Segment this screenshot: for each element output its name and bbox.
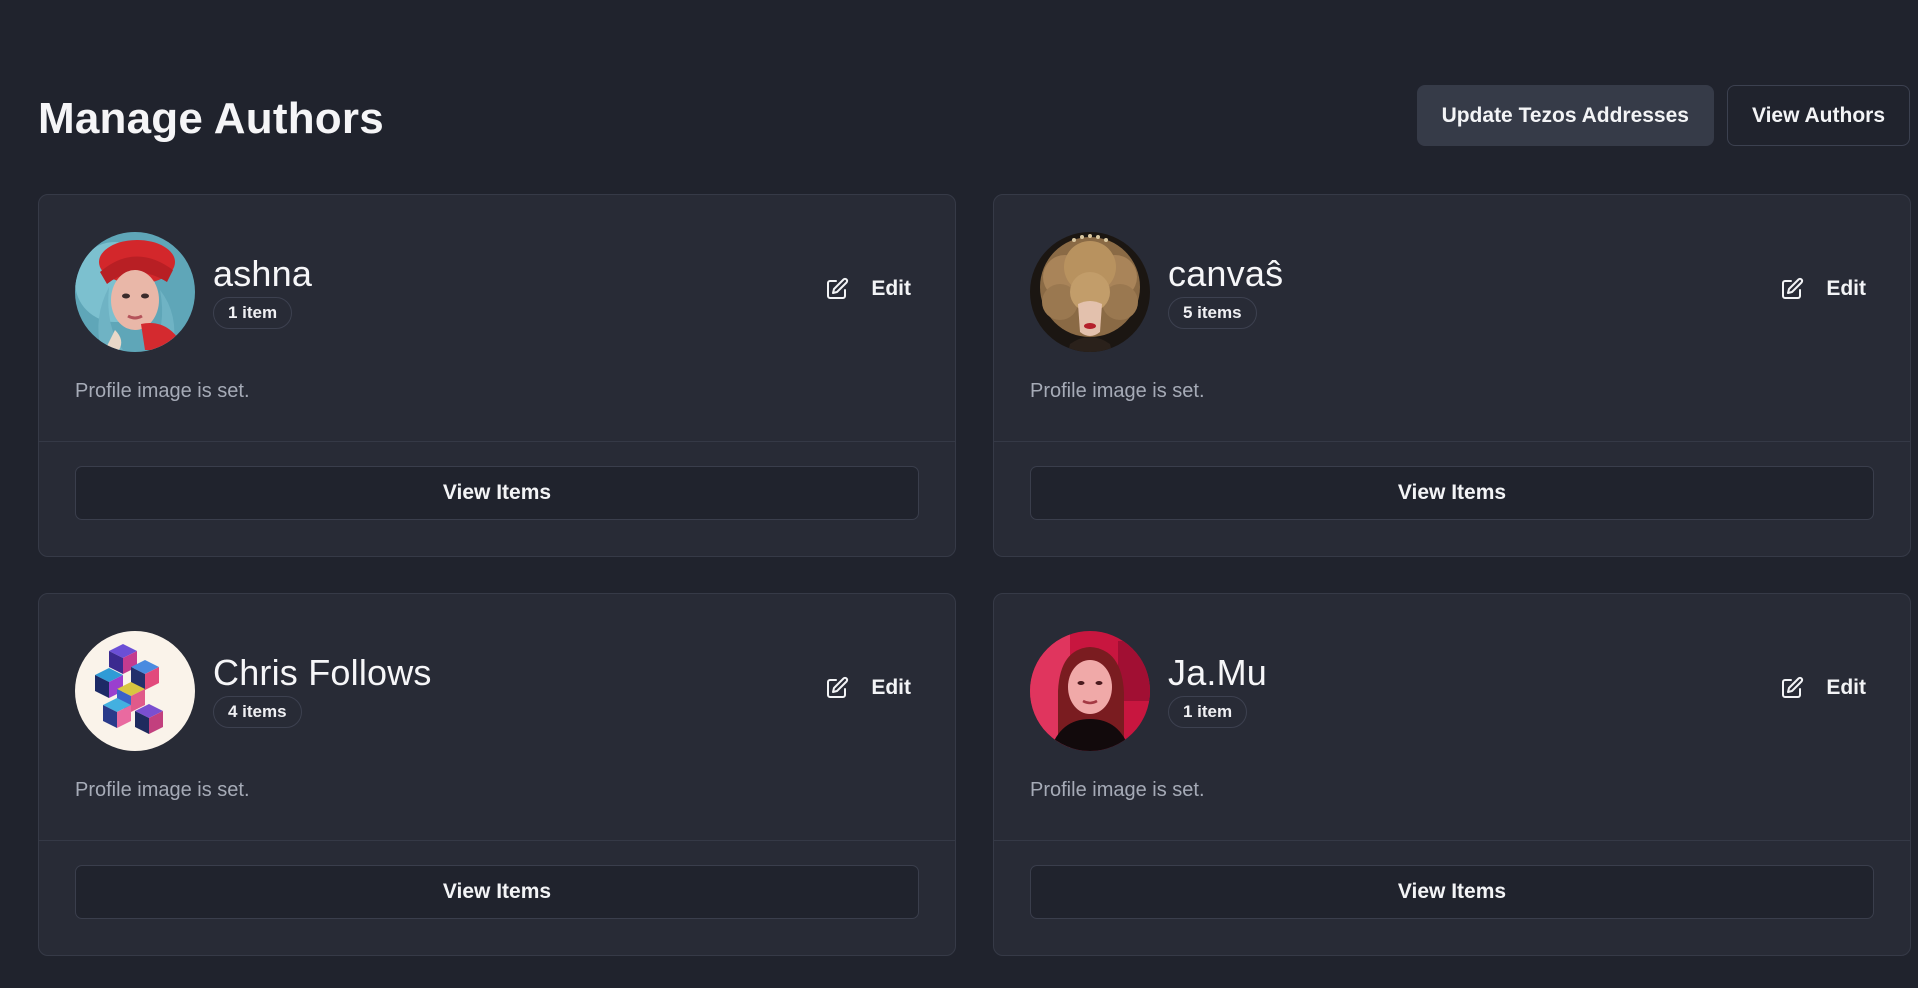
view-items-button[interactable]: View Items [1030, 865, 1874, 919]
author-card-header: Chris Follows 4 items Edit Profile image… [39, 594, 955, 840]
avatar-image-chris-follows [75, 631, 195, 751]
view-items-button[interactable]: View Items [75, 865, 919, 919]
author-card-canvas: canvaŝ 5 items Edit Profile image is set… [993, 194, 1911, 557]
avatar [1030, 631, 1150, 751]
author-card-header: ashna 1 item Edit Profile image is set. [39, 195, 955, 441]
author-name: Chris Follows [213, 652, 432, 693]
item-count-badge: 1 item [1168, 696, 1248, 728]
author-name: Ja.Mu [1168, 652, 1268, 693]
profile-status-text: Profile image is set. [1030, 380, 1205, 402]
author-name: canvaŝ [1168, 253, 1284, 294]
avatar-image-ashna [75, 232, 195, 352]
pencil-square-icon [827, 676, 849, 698]
author-card-chris-follows: Chris Follows 4 items Edit Profile image… [38, 593, 956, 956]
author-card-header: Ja.Mu 1 item Edit Profile image is set. [994, 594, 1910, 840]
view-items-button[interactable]: View Items [1030, 466, 1874, 520]
avatar-image-canvas [1030, 232, 1150, 352]
edit-button[interactable]: Edit [825, 277, 911, 301]
pencil-square-icon [1782, 676, 1804, 698]
card-divider [39, 840, 955, 841]
avatar [1030, 232, 1150, 352]
author-card-ja-mu: Ja.Mu 1 item Edit Profile image is set. … [993, 593, 1911, 956]
page-header: Manage Authors Update Tezos Addresses Vi… [38, 85, 1918, 147]
item-count-badge: 1 item [213, 297, 293, 329]
pencil-square-icon [827, 277, 849, 299]
author-card-header: canvaŝ 5 items Edit Profile image is set… [994, 195, 1910, 441]
view-items-button[interactable]: View Items [75, 466, 919, 520]
update-tezos-addresses-button[interactable]: Update Tezos Addresses [1416, 85, 1714, 146]
item-count-badge: 5 items [1168, 297, 1257, 329]
profile-status-text: Profile image is set. [75, 380, 250, 402]
avatar [75, 232, 195, 352]
edit-label: Edit [871, 277, 911, 300]
edit-label: Edit [1826, 277, 1866, 300]
page-title: Manage Authors [38, 94, 384, 143]
item-count-badge: 4 items [213, 696, 302, 728]
author-name: ashna [213, 253, 313, 294]
avatar-image-ja-mu [1030, 631, 1150, 751]
manage-authors-page: Manage Authors Update Tezos Addresses Vi… [0, 0, 1918, 988]
edit-label: Edit [1826, 676, 1866, 699]
card-divider [994, 441, 1910, 442]
card-divider [994, 840, 1910, 841]
avatar [75, 631, 195, 751]
profile-status-text: Profile image is set. [75, 779, 250, 801]
view-authors-button[interactable]: View Authors [1726, 85, 1910, 146]
edit-button[interactable]: Edit [825, 676, 911, 700]
edit-button[interactable]: Edit [1780, 277, 1866, 301]
edit-button[interactable]: Edit [1780, 676, 1866, 700]
author-card-ashna: ashna 1 item Edit Profile image is set. … [38, 194, 956, 557]
pencil-square-icon [1782, 277, 1804, 299]
card-divider [39, 441, 955, 442]
header-actions: Update Tezos Addresses View Authors [1416, 85, 1910, 146]
profile-status-text: Profile image is set. [1030, 779, 1205, 801]
edit-label: Edit [871, 676, 911, 699]
